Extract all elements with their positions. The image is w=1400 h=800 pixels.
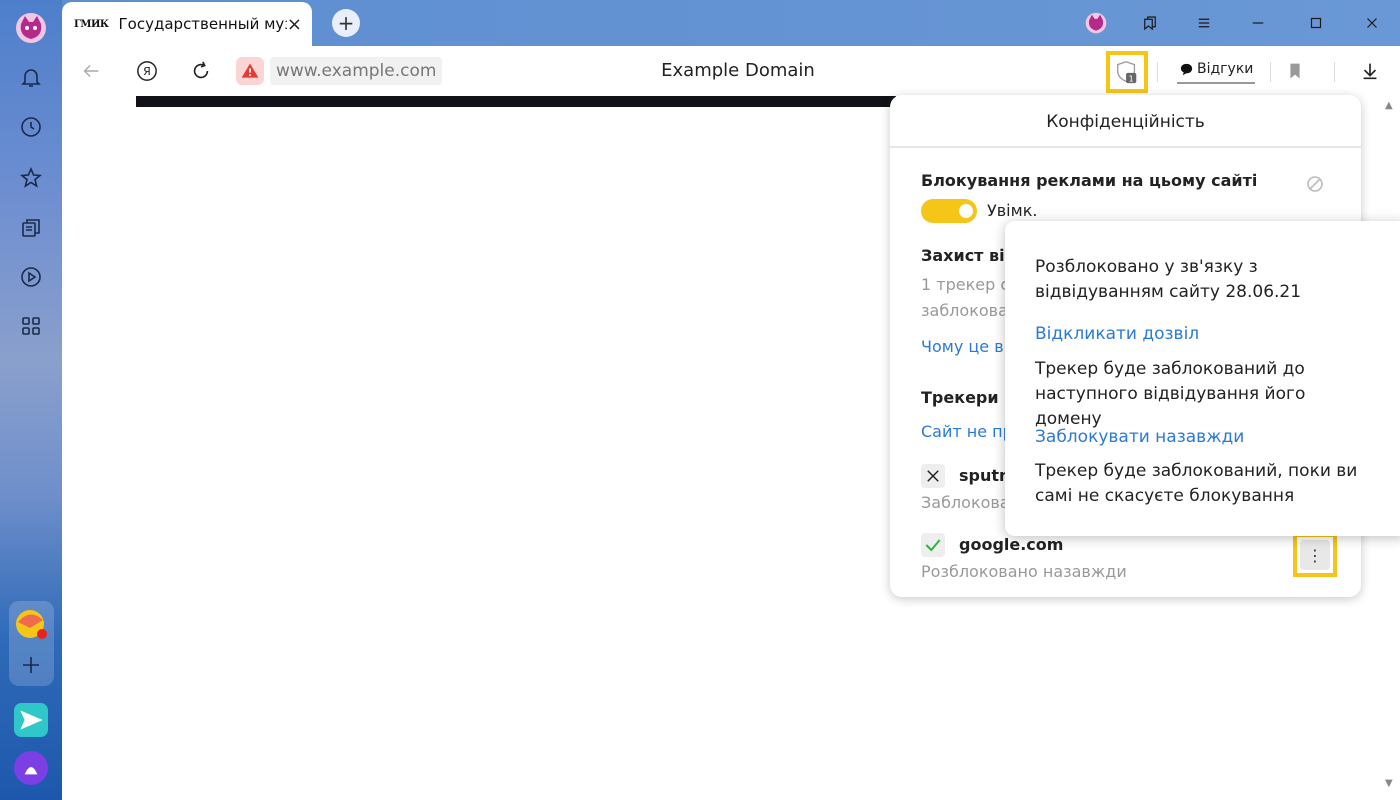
site-link[interactable]: Сайт не пр [921,422,1013,441]
bell-icon[interactable] [11,57,51,97]
shield-icon: 1 [1117,61,1137,83]
scroll-down-arrow-icon[interactable]: ▼ [1385,778,1393,789]
profile-mini-avatar[interactable] [1078,8,1114,38]
tracker1-name: sputn [959,466,1011,485]
ad-block-toggle[interactable] [921,199,977,223]
close-window-icon[interactable] [1354,8,1390,38]
revoke-description: Трекер буде заблокований до наступного в… [1035,359,1306,429]
page-dark-banner [136,96,896,107]
bookmark-icon[interactable] [1280,56,1310,86]
tracker2-name: google.com [959,535,1064,554]
block-forever-description: Трекер буде заблокований, поки ви самі н… [1035,461,1358,506]
block-forever-link[interactable]: Заблокувати назавжди [1035,425,1375,450]
speech-bubble-icon [1180,63,1193,75]
tracker-options-popup: Розблоковано у зв'язку з відвідуванням с… [1005,221,1400,536]
more-vertical-icon: ⋮ [1300,540,1330,570]
trackers-title: Трекери н [921,388,1016,407]
apps-grid-icon[interactable] [11,306,51,346]
blocked-x-icon[interactable] [921,464,945,488]
tab-close-icon[interactable]: × [287,14,302,35]
protection-title: Захист від [921,246,1018,265]
allowed-check-icon[interactable] [921,533,945,557]
tab-favicon: ГМИК [74,18,109,30]
sidebar [0,0,62,800]
profile-avatar[interactable] [11,8,51,48]
tracker1-status: Заблокова [921,493,1010,512]
tracker2-menu-button[interactable]: ⋮ [1293,533,1337,577]
collections-tab-icon[interactable] [1132,8,1168,38]
scroll-up-arrow-icon[interactable]: ▲ [1385,100,1393,111]
revoke-permission-link[interactable]: Відкликати дозвіл [1035,322,1375,347]
panel-title: Конфіденційність [890,95,1361,148]
maximize-icon[interactable] [1298,8,1334,38]
history-icon[interactable] [11,107,51,147]
new-tab-button[interactable]: + [332,9,360,37]
menu-icon[interactable] [1186,8,1222,38]
play-icon[interactable] [11,257,51,297]
address-toolbar: Я www.example.com Example Domain 1 Відгу… [62,46,1400,96]
collections-icon[interactable] [11,208,51,248]
tracker2-status: Розблоковано назавжди [921,562,1127,581]
privacy-shield-button[interactable]: 1 [1106,51,1148,93]
tab-active[interactable]: ГМИК Государственный музей × [62,2,312,46]
ad-block-state: Увімк. [987,201,1038,220]
star-icon[interactable] [11,158,51,198]
trackers-blocked-line1: 1 трекер с [921,275,1010,294]
ad-block-title: Блокування реклами на цьому сайті [921,171,1258,190]
tab-bar: ГМИК Государственный музей × + [62,0,1400,46]
alice-assistant-icon[interactable] [11,748,51,788]
trackers-blocked-line2: заблокова [921,301,1008,320]
disable-icon[interactable] [1306,175,1324,193]
why-link[interactable]: Чому це в [921,337,1004,356]
feedback-label: Відгуки [1197,61,1254,77]
minimize-icon[interactable] [1240,8,1276,38]
feedback-button[interactable]: Відгуки [1177,56,1256,84]
unblocked-info: Розблоковано у зв'язку з відвідуванням с… [1035,257,1302,302]
tab-title: Государственный музей [118,15,287,33]
svg-text:1: 1 [1129,73,1134,83]
mail-app-icon[interactable] [11,604,51,644]
messenger-app-icon[interactable] [11,700,51,740]
add-app-icon[interactable] [11,645,51,685]
download-icon[interactable] [1355,56,1385,86]
